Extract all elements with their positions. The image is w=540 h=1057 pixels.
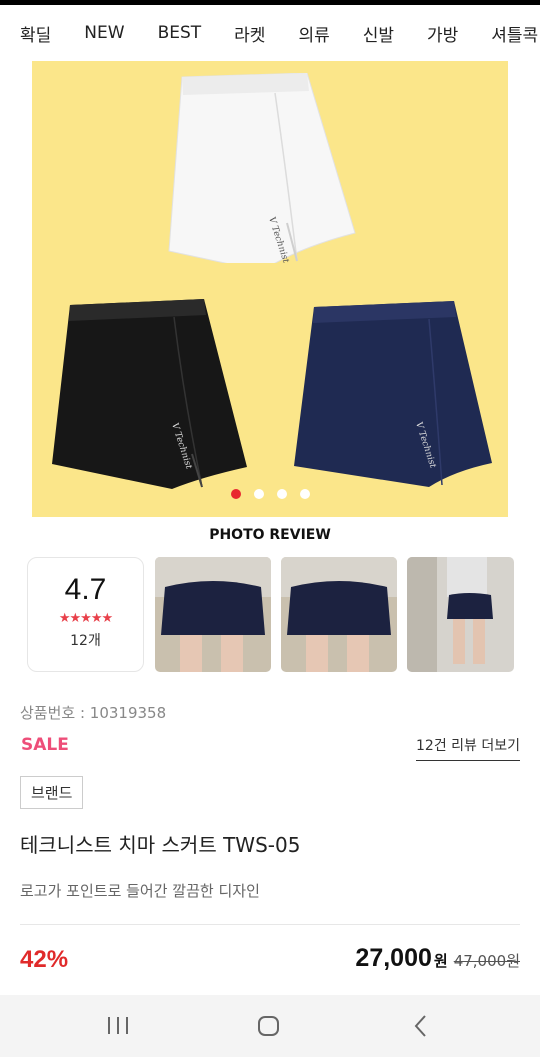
carousel-dot[interactable] <box>299 489 310 499</box>
review-photo-thumbnail[interactable] <box>155 557 271 672</box>
carousel-dot-active[interactable] <box>230 489 241 499</box>
navy-skirt-image: V Technist <box>294 301 492 487</box>
review-photo-thumbnail[interactable] <box>407 557 514 672</box>
nav-item-bags[interactable]: 가방 <box>427 21 458 46</box>
product-title: 테크니스트 치마 스커트 TWS-05 <box>20 833 301 857</box>
rating-summary-card[interactable]: 4.7 ★★★★★ 12개 <box>27 557 144 672</box>
review-count: 12개 <box>70 633 101 649</box>
divider <box>20 924 520 925</box>
brand-button[interactable]: 브랜드 <box>20 776 84 809</box>
currency-unit: 원 <box>433 952 448 970</box>
nav-item-new[interactable]: NEW <box>84 23 124 43</box>
sale-badge: SALE <box>21 735 69 755</box>
review-photo-thumbnail[interactable] <box>281 557 397 672</box>
nav-item-hotdeal[interactable]: 확딜 <box>20 21 51 46</box>
discount-rate: 42% <box>20 946 69 973</box>
nav-item-best[interactable]: BEST <box>158 23 202 43</box>
more-reviews-link[interactable]: 12건 리뷰 더보기 <box>416 735 520 761</box>
carousel-dot[interactable] <box>253 489 264 499</box>
product-number: 상품번호 : 10319358 <box>20 704 167 722</box>
price-block: 27,000 원 47,000원 <box>355 944 520 973</box>
product-image-carousel[interactable]: V Technist V Technist V Technist <box>32 61 508 517</box>
category-nav: 확딜 NEW BEST 라켓 의류 신발 가방 셔틀콕 <box>0 5 540 61</box>
recent-apps-icon[interactable] <box>106 1013 130 1039</box>
nav-item-clothing[interactable]: 의류 <box>298 21 329 46</box>
black-skirt-image: V Technist <box>52 299 247 489</box>
system-navigation-bar <box>0 995 540 1057</box>
nav-item-shuttlecock[interactable]: 셔틀콕 <box>491 21 538 46</box>
back-icon[interactable] <box>409 1013 433 1039</box>
carousel-dot[interactable] <box>276 489 287 499</box>
photo-review-title: PHOTO REVIEW <box>209 527 331 543</box>
star-rating-icon: ★★★★★ <box>58 611 113 626</box>
home-icon[interactable] <box>256 1013 282 1039</box>
nav-item-racket[interactable]: 라켓 <box>234 21 265 46</box>
sale-price: 27,000 <box>355 944 432 972</box>
original-price: 47,000원 <box>453 952 520 970</box>
rating-value: 4.7 <box>64 573 107 606</box>
product-description: 로고가 포인트로 들어간 깔끔한 디자인 <box>20 882 260 900</box>
white-skirt-image: V Technist <box>168 73 356 263</box>
carousel-dots <box>32 489 508 499</box>
nav-item-shoes[interactable]: 신발 <box>363 21 394 46</box>
